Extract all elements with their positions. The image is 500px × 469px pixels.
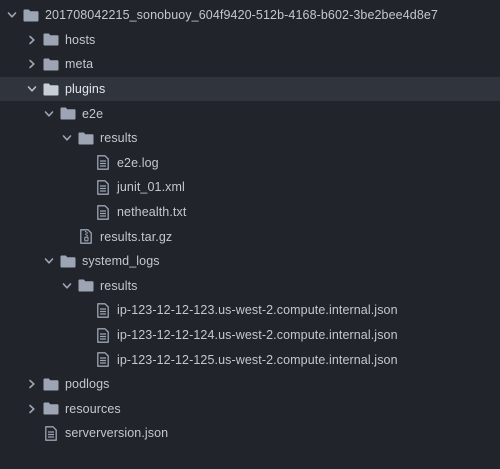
chevron-right-icon[interactable] <box>25 57 39 71</box>
tree-item-e2e[interactable]: e2e <box>0 101 500 126</box>
tree-item-label: results <box>100 278 138 293</box>
file-text-icon <box>94 303 111 318</box>
tree-item-podlogs[interactable]: podlogs <box>0 372 500 397</box>
chevron-down-icon[interactable] <box>60 279 74 293</box>
folder-icon <box>77 278 94 293</box>
tree-item-label: serverversion.json <box>65 426 169 441</box>
folder-icon <box>42 377 59 392</box>
file-text-icon <box>94 352 111 367</box>
file-tree: 201708042215_sonobuoy_604f9420-512b-4168… <box>0 0 500 469</box>
chevron-right-icon[interactable] <box>25 377 39 391</box>
file-text-icon <box>94 204 111 220</box>
folder-icon <box>59 106 76 121</box>
tree-item-results[interactable]: results <box>0 126 500 151</box>
tree-item-systemd-logs[interactable]: systemd_logs <box>0 249 500 274</box>
tree-item-nethealth-txt[interactable]: nethealth.txt <box>0 200 500 225</box>
tree-root[interactable]: 201708042215_sonobuoy_604f9420-512b-4168… <box>0 3 500 28</box>
chevron-down-icon[interactable] <box>42 107 56 121</box>
chevron-down-icon[interactable] <box>5 8 19 22</box>
tree-root-label: 201708042215_sonobuoy_604f9420-512b-4168… <box>45 8 438 23</box>
chevron-right-icon[interactable] <box>25 402 39 416</box>
file-zip-icon <box>77 229 94 244</box>
chevron-down-icon[interactable] <box>25 82 39 96</box>
file-text-icon <box>94 327 111 343</box>
chevron-down-icon[interactable] <box>60 131 74 145</box>
tree-item-label: meta <box>65 57 94 72</box>
tree-item-label: ip-123-12-12-124.us-west-2.compute.inter… <box>117 328 398 343</box>
tree-item-label: results <box>100 131 138 146</box>
tree-item-plugins[interactable]: plugins <box>0 76 500 102</box>
tree-item-resources[interactable]: resources <box>0 397 500 422</box>
tree-item-label: hosts <box>65 32 96 47</box>
tree-item-label: e2e.log <box>117 155 159 170</box>
tree-item-junit-xml[interactable]: junit_01.xml <box>0 175 500 200</box>
tree-item-label: ip-123-12-12-125.us-west-2.compute.inter… <box>117 352 398 367</box>
folder-open-icon <box>42 82 59 97</box>
tree-item-ip-json[interactable]: ip-123-12-12-124.us-west-2.compute.inter… <box>0 323 500 348</box>
tree-item-label: nethealth.txt <box>117 205 187 220</box>
tree-item-label: plugins <box>65 82 106 97</box>
tree-item-label: results.tar.gz <box>100 229 173 244</box>
folder-icon <box>42 57 59 72</box>
tree-item-serverversion-json[interactable]: serverversion.json <box>0 421 500 446</box>
file-text-icon <box>42 426 59 441</box>
tree-item-hosts[interactable]: hosts <box>0 28 500 53</box>
tree-item-results-tar-gz[interactable]: results.tar.gz <box>0 224 500 249</box>
chevron-right-icon[interactable] <box>25 33 39 47</box>
folder-icon <box>42 401 59 416</box>
tree-item-e2e-log[interactable]: e2e.log <box>0 151 500 176</box>
tree-item-label: junit_01.xml <box>117 180 185 195</box>
tree-item-label: ip-123-12-12-123.us-west-2.compute.inter… <box>117 303 398 318</box>
tree-item-label: systemd_logs <box>82 254 160 269</box>
folder-icon <box>77 131 94 146</box>
tree-item-ip-json[interactable]: ip-123-12-12-123.us-west-2.compute.inter… <box>0 298 500 323</box>
chevron-down-icon[interactable] <box>42 254 56 268</box>
tree-item-label: podlogs <box>65 377 110 392</box>
file-text-icon <box>94 180 111 195</box>
tree-item-label: resources <box>65 401 121 416</box>
file-text-icon <box>94 155 111 171</box>
tree-item-results[interactable]: results <box>0 274 500 299</box>
folder-icon <box>42 32 59 47</box>
tree-item-meta[interactable]: meta <box>0 52 500 77</box>
folder-icon <box>59 254 76 269</box>
tree-item-ip-json[interactable]: ip-123-12-12-125.us-west-2.compute.inter… <box>0 347 500 372</box>
folder-icon <box>22 8 39 23</box>
tree-item-label: e2e <box>82 106 104 121</box>
